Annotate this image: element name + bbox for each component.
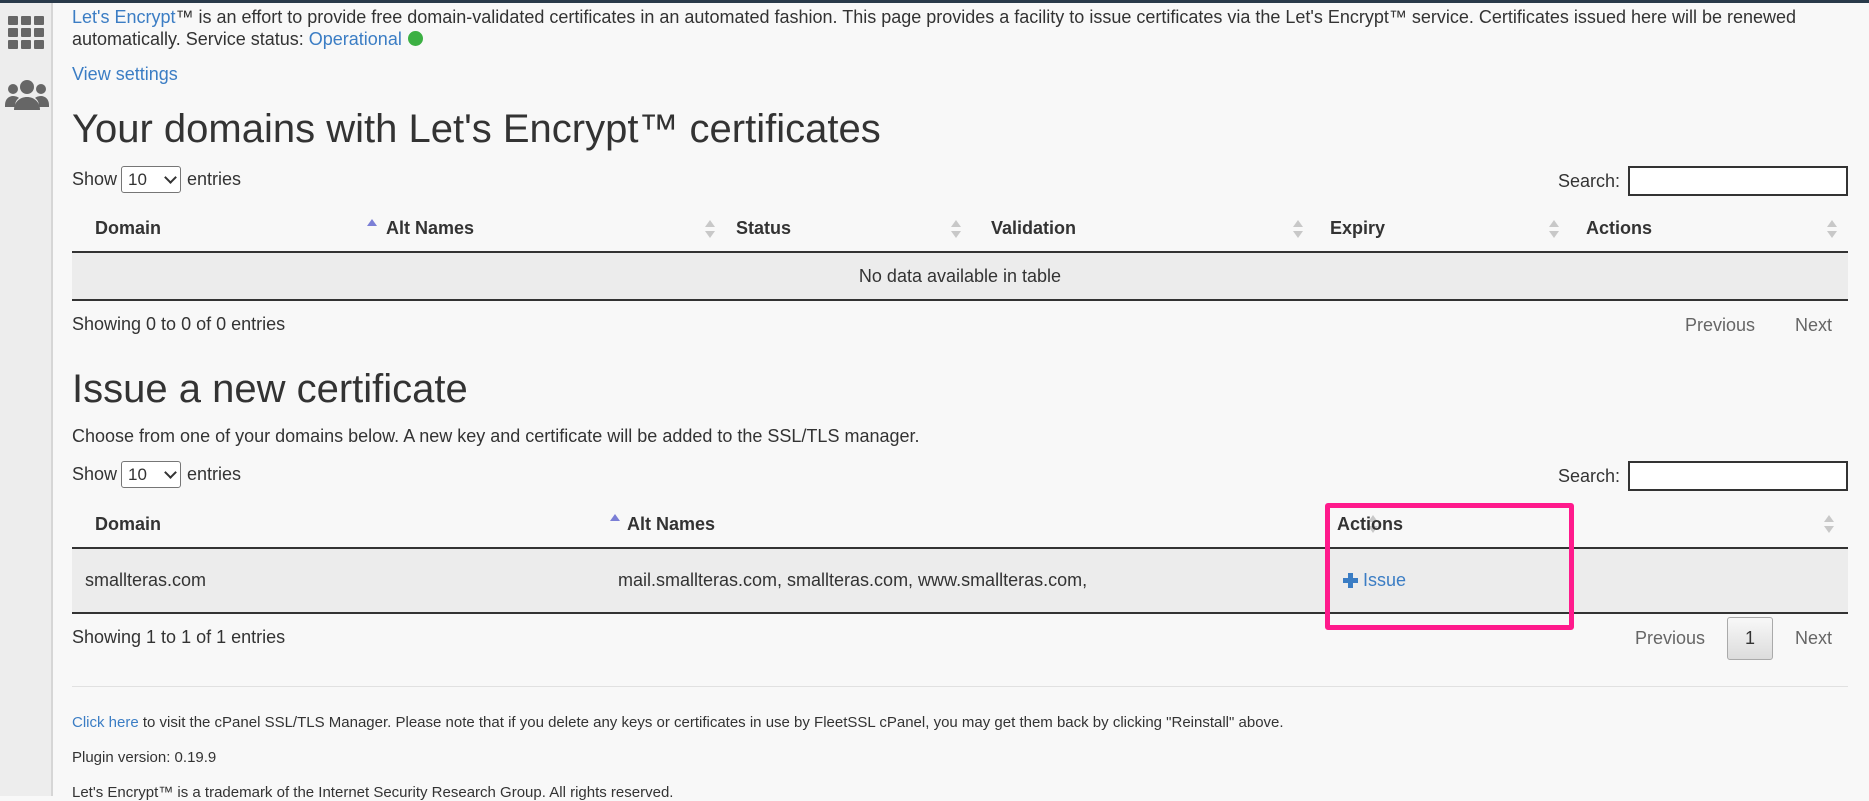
column-header-expiry[interactable]: Expiry bbox=[1330, 206, 1590, 251]
previous-button[interactable]: Previous bbox=[1685, 315, 1755, 336]
sort-icon bbox=[1827, 220, 1837, 240]
search-label: Search: bbox=[1557, 170, 1620, 191]
issue-table-header: Domain Alt Names Actions bbox=[72, 501, 1848, 549]
intro-text: Let's Encrypt™ is an effort to provide f… bbox=[72, 6, 1848, 50]
service-status-link[interactable]: Operational bbox=[309, 29, 402, 49]
issue-search: Search: bbox=[1558, 461, 1848, 491]
domains-search-input[interactable] bbox=[1628, 166, 1848, 196]
main-content: Let's Encrypt™ is an effort to provide f… bbox=[72, 0, 1848, 801]
sort-icon bbox=[1824, 515, 1834, 535]
domains-table-header: Domain Alt Names Status Validation Expir… bbox=[72, 206, 1848, 253]
status-ok-icon bbox=[407, 31, 423, 46]
trademark-note: Let's Encrypt™ is a trademark of the Int… bbox=[72, 784, 674, 801]
domains-heading: Your domains with Let's Encrypt™ certifi… bbox=[72, 107, 881, 151]
ssl-manager-note: Click here to visit the cPanel SSL/TLS M… bbox=[72, 714, 1284, 731]
issue-length-control: Show 10 entries bbox=[72, 461, 241, 488]
sidebar bbox=[0, 3, 53, 796]
entries-label: entries bbox=[187, 169, 242, 189]
show-label: Show bbox=[72, 169, 118, 189]
footer-divider bbox=[72, 686, 1848, 687]
issue-table-info: Showing 1 to 1 of 1 entries bbox=[72, 627, 286, 647]
lets-encrypt-link[interactable]: Let's Encrypt bbox=[72, 7, 175, 27]
issue-heading: Issue a new certificate bbox=[72, 367, 468, 411]
column-header-actions[interactable]: Actions bbox=[1586, 206, 1848, 251]
empty-message: No data available in table bbox=[858, 265, 1062, 286]
column-header-domain[interactable]: Domain bbox=[95, 501, 625, 547]
sort-asc-icon bbox=[610, 514, 620, 523]
issue-page-size-select[interactable]: 10 bbox=[121, 461, 182, 488]
users-icon[interactable] bbox=[4, 79, 50, 113]
sort-icon bbox=[1549, 220, 1559, 240]
issue-search-input[interactable] bbox=[1628, 461, 1848, 491]
page-1-button[interactable]: 1 bbox=[1726, 617, 1773, 660]
plugin-version: Plugin version: 0.19.9 bbox=[72, 749, 217, 766]
next-button[interactable]: Next bbox=[1795, 315, 1832, 336]
click-here-link[interactable]: Click here bbox=[72, 714, 139, 731]
column-header-validation[interactable]: Validation bbox=[991, 206, 1331, 251]
column-header-domain[interactable]: Domain bbox=[95, 206, 389, 251]
domain-cell: smallteras.com bbox=[85, 570, 207, 590]
domains-pagination: Previous Next bbox=[1685, 315, 1832, 336]
show-label: Show bbox=[72, 464, 118, 484]
domains-search: Search: bbox=[1558, 166, 1848, 196]
sort-icon bbox=[951, 220, 961, 240]
next-button[interactable]: Next bbox=[1795, 628, 1832, 649]
empty-table-row: No data available in table bbox=[72, 253, 1848, 301]
issue-description: Choose from one of your domains below. A… bbox=[72, 426, 920, 446]
page-size-value: 10 bbox=[128, 169, 147, 189]
table-row: smallteras.com mail.smallteras.com, smal… bbox=[72, 549, 1848, 614]
apps-grid-icon[interactable] bbox=[7, 15, 45, 49]
domains-length-control: Show 10 entries bbox=[72, 166, 241, 193]
sort-icon bbox=[1293, 220, 1303, 240]
sort-icon bbox=[705, 220, 715, 240]
page-size-value: 10 bbox=[128, 464, 147, 484]
chevron-down-icon bbox=[164, 465, 177, 479]
entries-label: entries bbox=[187, 464, 242, 484]
sort-asc-icon bbox=[367, 219, 377, 228]
alt-names-cell: mail.smallteras.com, smallteras.com, www… bbox=[618, 570, 1088, 590]
column-header-alt-names[interactable]: Alt Names bbox=[627, 501, 1378, 547]
chevron-down-icon bbox=[164, 170, 177, 184]
view-settings-link[interactable]: View settings bbox=[72, 64, 178, 85]
search-label: Search: bbox=[1557, 465, 1620, 486]
column-header-alt-names[interactable]: Alt Names bbox=[386, 206, 736, 251]
domains-table-info: Showing 0 to 0 of 0 entries bbox=[72, 314, 286, 334]
previous-button[interactable]: Previous bbox=[1635, 628, 1705, 649]
actions-highlight-box bbox=[1325, 503, 1574, 630]
domains-page-size-select[interactable]: 10 bbox=[121, 166, 182, 193]
issue-pagination: Previous 1 Next bbox=[1635, 617, 1832, 660]
